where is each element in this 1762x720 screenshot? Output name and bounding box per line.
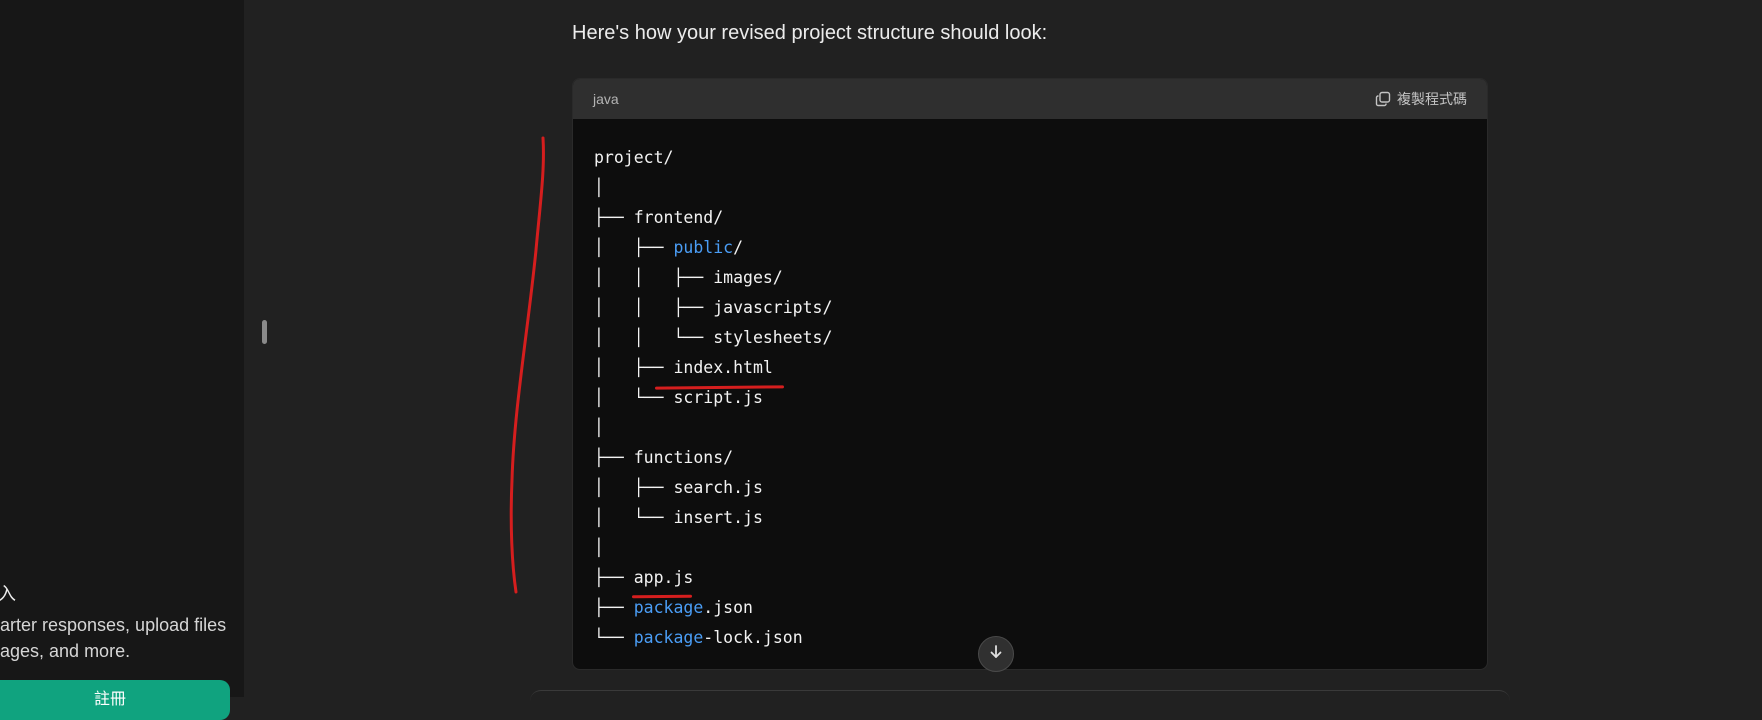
code-block-header: java 複製程式碼	[573, 79, 1487, 119]
code-token-keyword: package	[633, 598, 704, 617]
scroll-to-bottom-button[interactable]	[978, 636, 1014, 672]
code-token: /	[733, 238, 744, 257]
code-content[interactable]: project/ │ ├── frontend/ │ ├── public/ │ │ ├…	[573, 119, 1487, 653]
code-language-label: java	[593, 91, 619, 107]
code-token: └──	[594, 628, 634, 647]
code-token: │ ├──	[594, 358, 674, 377]
code-token: │ │ ├── javascripts/	[594, 298, 833, 317]
assistant-message-text: Here's how your revised project structur…	[572, 22, 1048, 44]
code-token: │	[594, 178, 604, 197]
code-token: -lock.json	[703, 628, 803, 647]
code-token: ├── functions/	[594, 448, 734, 467]
code-line: └── package-lock.json	[594, 623, 1466, 653]
code-token: ├── frontend/	[594, 208, 724, 227]
code-token: │ │ ├── images/	[594, 268, 783, 287]
code-line: │	[594, 173, 1466, 203]
code-line: project/	[594, 143, 1466, 173]
next-card-edge	[530, 690, 1510, 701]
copy-code-label: 複製程式碼	[1397, 91, 1467, 107]
code-line: │ │ ├── images/	[594, 263, 1466, 293]
code-token: │ │ └── stylesheets/	[594, 328, 833, 347]
login-title: 登入	[0, 580, 16, 606]
code-token-keyword: package	[633, 628, 704, 647]
login-title-text: 登入	[0, 584, 16, 604]
code-block: java 複製程式碼 project/ │ ├── frontend/ │ ├── p…	[572, 78, 1488, 670]
code-line: ├── app.js	[594, 563, 1466, 593]
code-token: │ ├── search.js	[594, 478, 763, 497]
arrow-down-icon	[988, 644, 1004, 665]
code-token: app.js	[634, 563, 694, 593]
code-line: ├── functions/	[594, 443, 1466, 473]
code-line: │	[594, 413, 1466, 443]
code-token: │ ├──	[594, 238, 674, 257]
copy-icon	[1375, 91, 1391, 107]
code-token-keyword: public	[673, 238, 734, 257]
code-token: .json	[703, 598, 753, 617]
code-line: ├── package.json	[594, 593, 1466, 623]
code-line: │	[594, 533, 1466, 563]
code-line: │ └── insert.js	[594, 503, 1466, 533]
code-line: │ ├── index.html	[594, 353, 1466, 383]
code-token: ├──	[594, 598, 634, 617]
code-line: │ ├── public/	[594, 233, 1466, 263]
code-line: │ ├── search.js	[594, 473, 1466, 503]
code-line: │ │ └── stylesheets/	[594, 323, 1466, 353]
code-token: project/	[594, 148, 674, 167]
sidebar: 登入 arter responses, upload files ages, a…	[0, 0, 244, 720]
code-line: │ │ ├── javascripts/	[594, 293, 1466, 323]
code-token: │ └── script.js	[594, 388, 763, 407]
code-token: │ └── insert.js	[594, 508, 763, 527]
signup-button[interactable]: 註冊	[0, 680, 230, 720]
annotation-bracket-line	[509, 136, 545, 594]
code-token: ├──	[594, 568, 634, 587]
code-token: index.html	[673, 353, 772, 383]
sidebar-resize-handle[interactable]	[262, 320, 267, 344]
code-line: ├── frontend/	[594, 203, 1466, 233]
login-description: arter responses, upload files ages, and …	[0, 615, 227, 661]
copy-code-button[interactable]: 複製程式碼	[1375, 89, 1467, 109]
code-token: │	[594, 418, 604, 437]
code-token: │	[594, 538, 604, 557]
